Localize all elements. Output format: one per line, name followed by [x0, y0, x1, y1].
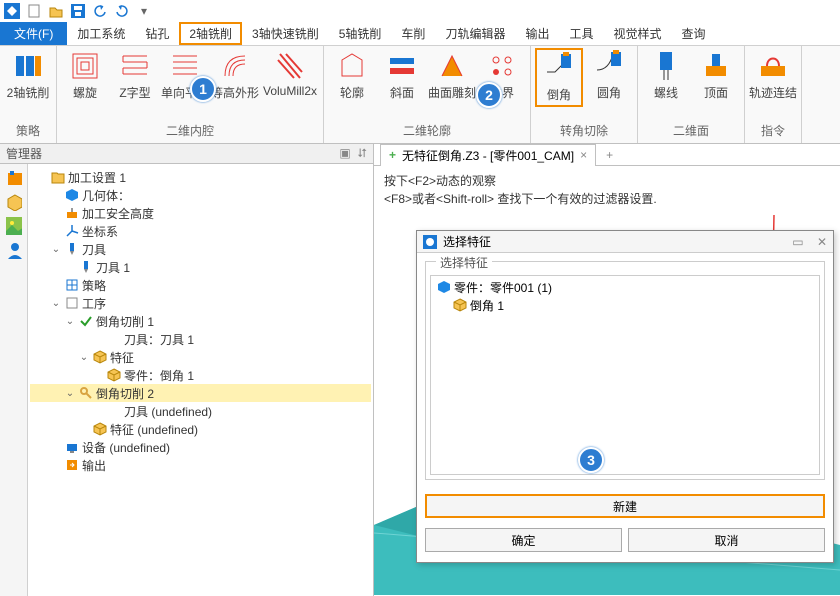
tree-node[interactable]: 输出 [30, 456, 371, 474]
tree-node[interactable]: 零件：倒角 1 [30, 366, 371, 384]
menu-turning[interactable]: 车削 [391, 22, 435, 45]
dialog-help-icon[interactable]: ▭ [792, 235, 803, 249]
tree-node[interactable]: ⌄倒角切削 1 [30, 312, 371, 330]
btn-link-path[interactable]: 轨迹连结 [749, 48, 797, 103]
select-feature-dialog: 选择特征 ▭ ✕ 选择特征 零件：零件001 (1)倒角 1 新建 确定 取消 [416, 230, 834, 563]
tree-node[interactable]: ⌄刀具 [30, 240, 371, 258]
tree-node[interactable]: 几何体： [30, 186, 371, 204]
manager-tree[interactable]: 加工设置 1几何体：加工安全高度坐标系⌄刀具刀具 1策略⌄工序⌄倒角切削 1刀具… [28, 164, 373, 596]
callout-3: 3 [578, 447, 604, 473]
cancel-button[interactable]: 取消 [628, 528, 825, 552]
save-icon[interactable] [70, 3, 86, 19]
menu-machining-system[interactable]: 加工系统 [67, 22, 135, 45]
tree-node[interactable]: 加工设置 1 [30, 168, 371, 186]
mgr-tab-user-icon[interactable] [6, 242, 22, 258]
dialog-title: 选择特征 [443, 233, 491, 250]
tree-node[interactable]: 坐标系 [30, 222, 371, 240]
ribbon-cap-strategy: 策略 [4, 120, 52, 141]
dialog-titlebar: 选择特征 ▭ ✕ [417, 231, 833, 253]
dialog-fieldset: 选择特征 零件：零件001 (1)倒角 1 [425, 261, 825, 480]
mgr-tab-image-icon[interactable] [6, 218, 22, 234]
menu-2axis-mill[interactable]: 2轴铣削 [179, 22, 242, 45]
dialog-icon [423, 235, 437, 249]
ribbon: 2轴铣削 策略 螺旋 Z字型 单向平行 等高外形 VoluMill2x 二维内腔… [0, 46, 840, 144]
dropdown-icon[interactable]: ▾ [136, 3, 152, 19]
title-bar: ▾ [0, 0, 840, 22]
tree-node[interactable]: 设备 (undefined) [30, 438, 371, 456]
ribbon-cap-2d-profile: 二维轮廓 [328, 120, 526, 141]
menu-tools[interactable]: 工具 [559, 22, 603, 45]
btn-volumill[interactable]: VoluMill2x [261, 48, 319, 103]
mgr-tab-part-icon[interactable] [6, 194, 22, 210]
menu-file[interactable]: 文件(F) [0, 22, 67, 45]
ok-button[interactable]: 确定 [425, 528, 622, 552]
menu-query[interactable]: 查询 [672, 22, 716, 45]
app-icon [4, 3, 20, 19]
feature-list-item[interactable]: 倒角 1 [433, 296, 817, 314]
ribbon-group-2d-face: 螺线 顶面 二维面 [638, 46, 745, 143]
dialog-close-icon[interactable]: ✕ [817, 235, 827, 249]
feature-list[interactable]: 零件：零件001 (1)倒角 1 [430, 275, 820, 475]
menu-output[interactable]: 输出 [515, 22, 559, 45]
tree-node[interactable]: 刀具 (undefined) [30, 402, 371, 420]
ribbon-cap-command: 指令 [749, 120, 797, 141]
tree-node[interactable]: 刀具：刀具 1 [30, 330, 371, 348]
feature-list-item[interactable]: 零件：零件001 (1) [433, 278, 817, 296]
menu-drill[interactable]: 钻孔 [135, 22, 179, 45]
btn-contour-z[interactable]: 等高外形 [211, 48, 259, 103]
btn-engrave[interactable]: 曲面雕刻 [428, 48, 476, 103]
mgr-tab-setup-icon[interactable] [6, 170, 22, 186]
menu-5axis[interactable]: 5轴铣削 [329, 22, 392, 45]
callout-2: 2 [476, 82, 502, 108]
tree-node[interactable]: 策略 [30, 276, 371, 294]
ribbon-cap-corner: 转角切除 [535, 120, 633, 141]
tree-node[interactable]: 加工安全高度 [30, 204, 371, 222]
menu-3axis-fast[interactable]: 3轴快速铣削 [242, 22, 329, 45]
tree-node[interactable]: ⌄倒角切削 2 [30, 384, 371, 402]
new-button[interactable]: 新建 [425, 494, 825, 518]
btn-2axis-mill[interactable]: 2轴铣削 [4, 48, 52, 103]
tab-row: + 无特征倒角.Z3 - [零件001_CAM] × + [374, 144, 840, 166]
tab-title: 无特征倒角.Z3 - [零件001_CAM] [402, 147, 574, 164]
btn-helix[interactable]: 螺线 [642, 48, 690, 103]
undo-icon[interactable] [92, 3, 108, 19]
ribbon-cap-2d-pocket: 二维内腔 [61, 120, 319, 141]
menu-toolpath-editor[interactable]: 刀轨编辑器 [435, 22, 515, 45]
ribbon-group-corner: 倒角 圆角 转角切除 [531, 46, 638, 143]
btn-fillet[interactable]: 圆角 [585, 48, 633, 107]
open-icon[interactable] [48, 3, 64, 19]
ribbon-cap-2d-face: 二维面 [642, 120, 740, 141]
btn-chamfer[interactable]: 倒角 [535, 48, 583, 107]
manager-panel: 管理器 ▣ ⮃ 加工设置 1几何体：加工安全高度坐标系⌄刀具刀具 1策略⌄工序⌄… [0, 144, 374, 596]
ribbon-group-strategy: 2轴铣削 策略 [0, 46, 57, 143]
fieldset-legend: 选择特征 [436, 256, 492, 270]
btn-topface[interactable]: 顶面 [692, 48, 740, 103]
btn-ramp[interactable]: 斜面 [378, 48, 426, 103]
document-tab[interactable]: + 无特征倒角.Z3 - [零件001_CAM] × [380, 144, 596, 166]
manager-controls[interactable]: ▣ ⮃ [339, 146, 367, 161]
tree-node[interactable]: 特征 (undefined) [30, 420, 371, 438]
tree-node[interactable]: 刀具 1 [30, 258, 371, 276]
tab-plus-icon[interactable]: + [389, 148, 396, 162]
hint-text: 按下<F2>动态的观察<F8>或者<Shift-roll> 查找下一个有效的过滤… [374, 166, 840, 214]
callout-1: 1 [190, 76, 216, 102]
tab-close-icon[interactable]: × [580, 148, 587, 162]
redo-icon[interactable] [114, 3, 130, 19]
manager-sidebar [0, 164, 28, 596]
new-icon[interactable] [26, 3, 42, 19]
menu-visual[interactable]: 视觉样式 [603, 22, 671, 45]
tab-add-icon[interactable]: + [596, 148, 623, 162]
btn-zigzag[interactable]: Z字型 [111, 48, 159, 103]
tree-node[interactable]: ⌄工序 [30, 294, 371, 312]
tree-node[interactable]: ⌄特征 [30, 348, 371, 366]
btn-profile[interactable]: 轮廓 [328, 48, 376, 103]
menu-bar: 文件(F) 加工系统 钻孔 2轴铣削 3轴快速铣削 5轴铣削 车削 刀轨编辑器 … [0, 22, 840, 46]
manager-header: 管理器 ▣ ⮃ [0, 144, 373, 164]
ribbon-group-command: 轨迹连结 指令 [745, 46, 802, 143]
btn-spiral[interactable]: 螺旋 [61, 48, 109, 103]
manager-title: 管理器 [6, 145, 42, 162]
